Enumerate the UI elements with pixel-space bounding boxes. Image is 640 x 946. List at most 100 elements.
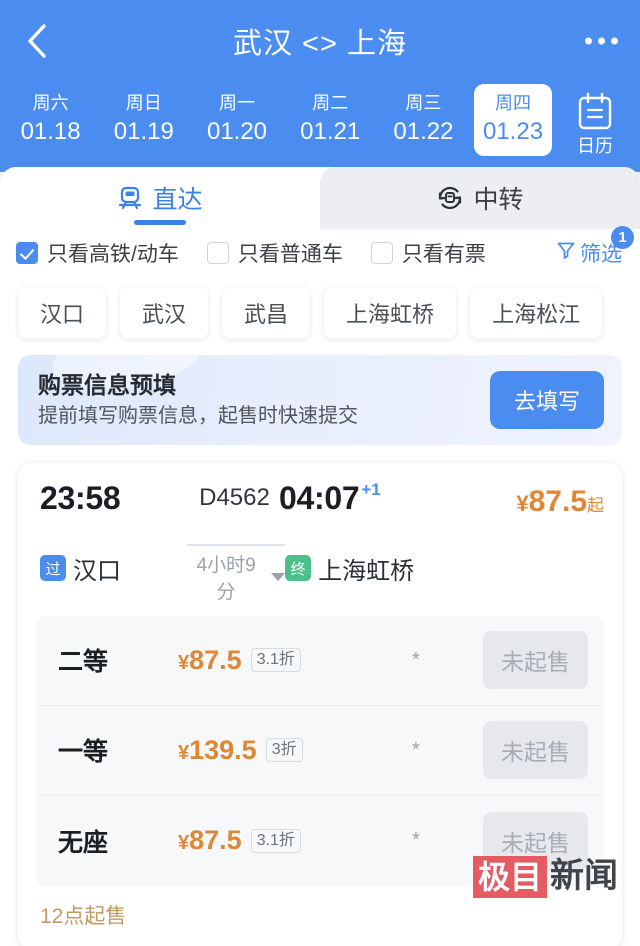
date-item-0[interactable]: 周六 01.18 (4, 82, 97, 148)
seat-availability-remark: * (412, 738, 420, 761)
date-number: 01.23 (482, 118, 544, 145)
train-summary-times: 23:58 D4562 04:07 +1 ¥87.5起 (40, 479, 604, 523)
seat-price: ¥87.5 (178, 825, 242, 856)
date-weekday: 周四 (495, 93, 532, 113)
more-options-icon[interactable] (585, 37, 618, 45)
arrive-station-column: 终 上海虹桥 (285, 551, 457, 586)
date-number: 01.19 (113, 118, 174, 145)
date-weekday: 周一 (219, 93, 255, 113)
seat-price-wrap: ¥87.5 3.1折 (178, 825, 388, 856)
price-column: ¥87.5起 (454, 479, 604, 523)
duration-toggle[interactable]: 4小时9分 (187, 550, 286, 604)
seat-class-name: 二等 (58, 648, 109, 676)
checkbox-label: 只看普通车 (237, 243, 343, 266)
go-fill-button[interactable]: 去填写 (489, 371, 604, 429)
station-chip-0[interactable]: 汉口 (18, 287, 107, 339)
currency-symbol: ¥ (178, 741, 190, 764)
transfer-train-icon (436, 184, 464, 212)
date-number: 01.22 (393, 118, 454, 145)
filter-badge-count: 1 (611, 226, 634, 249)
seat-price-value: 87.5 (189, 644, 242, 675)
seat-availability-remark: * (412, 829, 420, 851)
currency-symbol: ¥ (516, 491, 529, 516)
prefill-promo-banner: 购票信息预填 提前填写购票信息，起售时快速提交 去填写 (18, 355, 622, 445)
price-column-spacer (457, 565, 604, 571)
depart-time: 23:58 (40, 480, 121, 516)
date-weekday: 周二 (312, 93, 349, 113)
seat-action-button[interactable]: 未起售 (483, 631, 588, 689)
arrive-day-offset: +1 (361, 480, 381, 499)
seat-price-wrap: ¥87.5 3.1折 (178, 645, 388, 676)
tab-direct-label: 直达 (152, 186, 203, 214)
price-from-suffix: 起 (587, 496, 604, 515)
depart-station-name: 汉口 (73, 557, 121, 585)
date-number: 01.21 (300, 118, 361, 145)
date-item-3[interactable]: 周二 01.21 (284, 82, 377, 148)
trip-type-tabs: 直达 中转 (0, 167, 640, 229)
duration-label: 4小时9分 (196, 554, 256, 603)
sale-start-note: 12点起售 (40, 904, 127, 928)
seat-action-button[interactable]: 未起售 (483, 811, 588, 870)
station-chip-3[interactable]: 上海虹桥 (324, 287, 457, 339)
lowest-price: ¥87.5起 (454, 485, 604, 523)
filter-row: 只看高铁/动车 只看普通车 只看有票 筛选 1 (0, 226, 640, 277)
end-station-badge: 终 (285, 555, 312, 582)
depart-station-column: 过 汉口 (40, 551, 187, 586)
seat-class-name: 无座 (58, 828, 109, 857)
currency-symbol: ¥ (178, 832, 190, 854)
tab-direct[interactable]: 直达 (0, 167, 320, 229)
seat-row-first-class: 一等 ¥139.5 3折 * 未起售 (36, 706, 604, 796)
date-selector: 周六 01.18 周日 01.19 周一 01.20 周二 01.21 周三 0… (0, 82, 640, 172)
tab-active-indicator (134, 220, 186, 225)
station-chip-2[interactable]: 武昌 (222, 287, 311, 339)
calendar-label: 日历 (577, 136, 614, 156)
nav-bar: 武汉 <> 上海 (0, 0, 640, 82)
station-chip-1[interactable]: 武汉 (120, 287, 209, 339)
checkbox-box[interactable] (206, 242, 229, 264)
date-number: 01.18 (20, 118, 81, 145)
station-chip-list: 汉口 武汉 武昌 上海虹桥 上海松江 (0, 277, 640, 351)
station-chip-4[interactable]: 上海松江 (470, 287, 603, 339)
train-summary-stations: 过 汉口 4小时9分 终 上海虹桥 (40, 533, 604, 604)
date-item-1[interactable]: 周日 01.19 (97, 82, 190, 148)
seat-action-button[interactable]: 未起售 (483, 721, 588, 779)
arrive-column: 04:07 +1 (279, 479, 454, 517)
chevron-down-icon (271, 572, 286, 581)
arrive-time: 04:07 (279, 480, 360, 516)
seat-discount-badge: 3折 (265, 738, 303, 762)
arrive-station-wrap: 终 上海虹桥 (285, 551, 457, 586)
depart-station-wrap: 过 汉口 (40, 551, 187, 586)
date-item-4[interactable]: 周三 01.22 (377, 82, 470, 148)
checkbox-box[interactable] (370, 242, 393, 264)
calendar-button[interactable]: 日历 (556, 82, 634, 158)
funnel-icon (556, 240, 576, 266)
seat-class-list: 二等 ¥87.5 3.1折 * 未起售 一等 ¥139.5 3折 * 未起售 无… (36, 615, 604, 886)
seat-discount-badge: 3.1折 (250, 648, 301, 672)
seat-price-wrap: ¥139.5 3折 (178, 735, 388, 766)
content-sheet: 直达 中转 只看高铁/动车 只看普通车 只看有票 筛选 1 汉口 武汉 武昌 上… (0, 167, 640, 946)
arrive-time-wrap: 04:07 +1 (279, 479, 454, 517)
calendar-icon (556, 92, 634, 132)
lowest-price-value: 87.5 (528, 485, 587, 518)
date-weekday: 周日 (125, 93, 162, 113)
train-result-card[interactable]: 23:58 D4562 04:07 +1 ¥87.5起 过 汉口 4小时9分 终… (18, 463, 622, 946)
promo-text: 购票信息预填 提前填写购票信息，起售时快速提交 (38, 370, 490, 430)
date-item-2[interactable]: 周一 01.20 (190, 82, 283, 148)
checkbox-high-speed-only[interactable]: 只看高铁/动车 (16, 238, 179, 268)
date-item-5-selected[interactable]: 周四 01.23 (474, 84, 553, 156)
checkbox-available-only[interactable]: 只看有票 (370, 238, 486, 268)
date-number: 01.20 (206, 118, 268, 145)
train-number: D4562 (199, 484, 270, 511)
filter-button[interactable]: 筛选 1 (556, 226, 634, 268)
seat-class-name: 一等 (58, 738, 109, 766)
train-middle-column: D4562 (190, 479, 279, 513)
checkbox-box-checked[interactable] (16, 242, 38, 264)
back-icon[interactable] (20, 21, 54, 61)
seat-availability-remark: * (412, 648, 420, 671)
app-header: 武汉 <> 上海 周六 01.18 周日 01.19 周一 01.20 周二 0… (0, 0, 640, 172)
date-weekday: 周三 (405, 93, 442, 113)
tab-transfer[interactable]: 中转 (320, 167, 640, 229)
checkbox-normal-train-only[interactable]: 只看普通车 (206, 238, 343, 268)
seat-price: ¥139.5 (178, 735, 257, 766)
seat-price: ¥87.5 (178, 645, 242, 676)
